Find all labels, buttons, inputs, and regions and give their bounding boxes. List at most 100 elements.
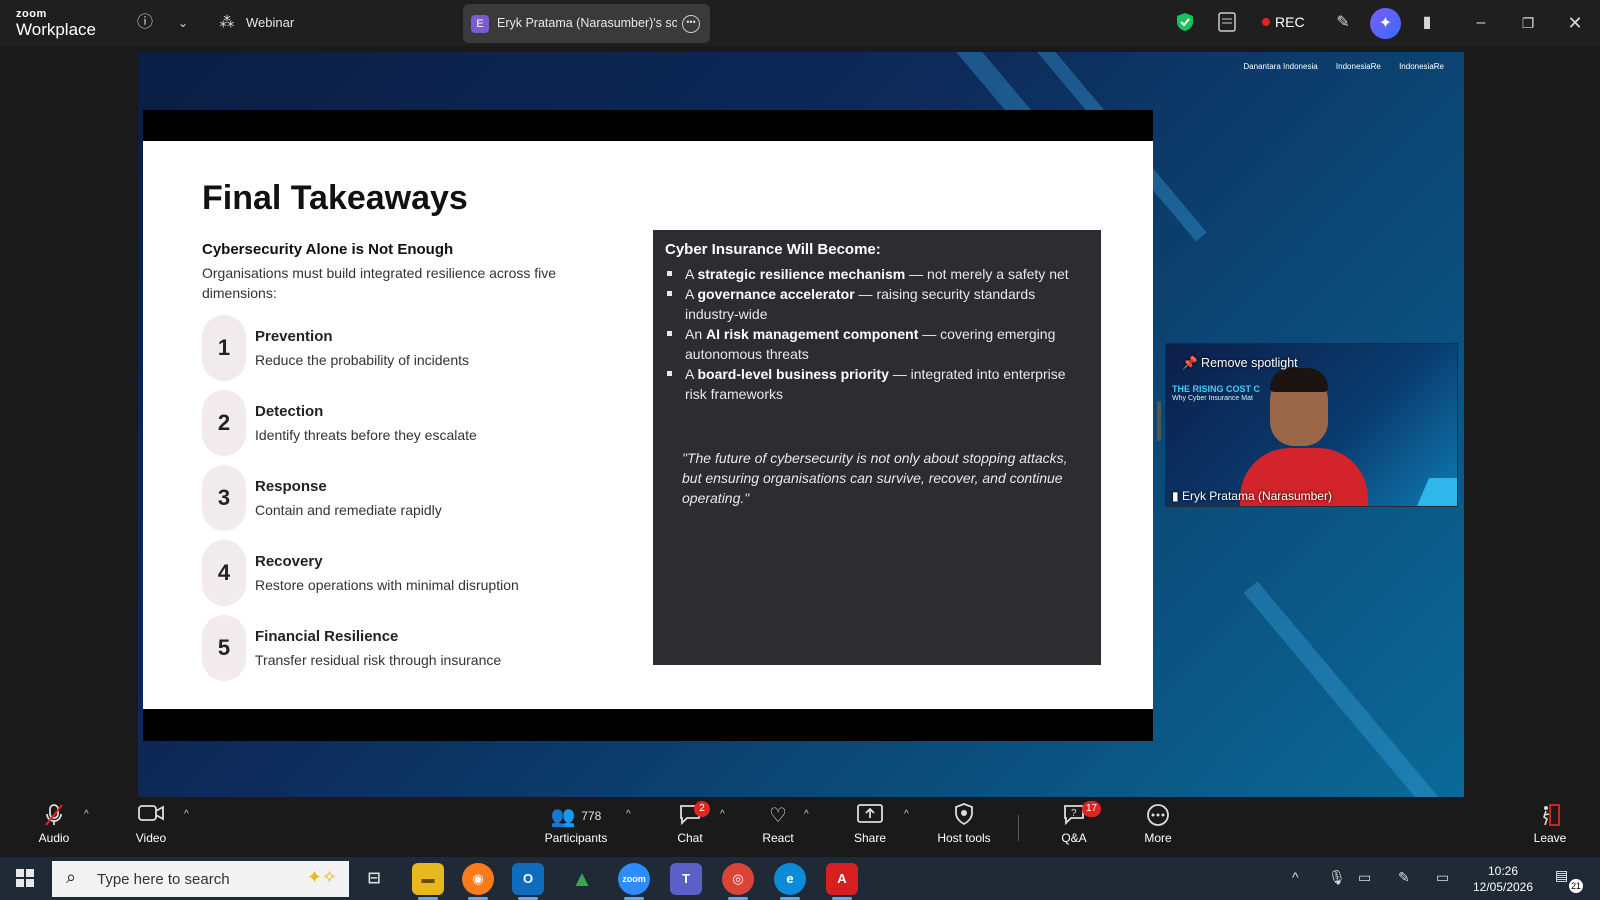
captions-icon[interactable]: [1216, 12, 1238, 34]
rec-label: REC: [1275, 14, 1305, 30]
participants-caret-icon[interactable]: ^: [626, 809, 631, 820]
bullet-pre: An: [685, 326, 707, 342]
ai-companion-icon[interactable]: ✦: [1370, 8, 1401, 39]
step-number: 2: [202, 390, 246, 456]
participants-button[interactable]: 👥 778 Participants: [536, 803, 616, 853]
share-caret-icon[interactable]: ^: [904, 809, 909, 820]
decor-stripe: [1243, 581, 1451, 797]
outlook-icon[interactable]: O: [512, 863, 544, 900]
share-tab-label: Eryk Pratama (Narasumber)'s scre: [497, 16, 677, 30]
microphone-tray-icon[interactable]: 🎙: [1328, 869, 1346, 886]
audio-button[interactable]: Audio: [32, 803, 76, 853]
bullet-item: A governance accelerator — raising secur…: [665, 284, 1085, 324]
system-clock[interactable]: 10:26 12/05/2026: [1468, 863, 1538, 895]
chevron-down-icon[interactable]: ⌄: [172, 12, 194, 34]
sharer-avatar: E: [471, 15, 489, 33]
google-drive-icon[interactable]: ▲: [566, 863, 598, 895]
bullet-pre: A: [685, 286, 698, 302]
meeting-type-label: Webinar: [246, 15, 295, 30]
video-options-caret-icon[interactable]: ^: [184, 809, 189, 820]
step-prevention: 1 Prevention Reduce the probability of i…: [202, 315, 602, 381]
participants-count: 778: [581, 809, 602, 823]
recording-indicator[interactable]: REC: [1262, 14, 1305, 30]
step-number: 3: [202, 465, 246, 531]
chat-caret-icon[interactable]: ^: [720, 809, 725, 820]
remove-spotlight-button[interactable]: 📌 Remove spotlight: [1182, 356, 1298, 371]
windows-start-icon[interactable]: [16, 869, 34, 887]
search-icon: ⌕: [66, 867, 77, 887]
restore-window-icon[interactable]: ❐: [1517, 12, 1539, 34]
video-bg-accent: [1417, 478, 1457, 506]
leave-door-icon: [1530, 803, 1570, 829]
cyber-insurance-box: Cyber Insurance Will Become: A strategic…: [653, 230, 1101, 665]
step-title: Prevention: [255, 328, 333, 345]
file-explorer-icon[interactable]: ▬: [412, 863, 444, 900]
notification-center-icon[interactable]: ▤ 21: [1555, 867, 1583, 893]
video-bg-subtitle: Why Cyber Insurance Mat: [1172, 395, 1253, 402]
video-button[interactable]: Video: [128, 803, 174, 853]
taskbar-search-box[interactable]: ⌕ Type here to search ✦✧: [52, 861, 349, 897]
step-desc: Identify threats before they escalate: [255, 427, 477, 443]
sponsor-logos: Danantara Indonesia IndonesiaRe Indonesi…: [1227, 62, 1444, 71]
speaker-name-label: ▮ Eryk Pratama (Narasumber): [1172, 489, 1332, 503]
bullet-bold: strategic resilience mechanism: [697, 266, 906, 282]
more-options-icon[interactable]: •••: [682, 15, 700, 33]
more-label: More: [1144, 831, 1172, 845]
participants-icon: 👥: [550, 806, 576, 828]
edge-icon[interactable]: e: [774, 863, 806, 900]
qa-button[interactable]: ? 17 Q&A: [1052, 801, 1102, 853]
speaker-video-tile[interactable]: THE RISING COST C Why Cyber Insurance Ma…: [1165, 343, 1458, 507]
network-tray-icon[interactable]: ▭: [1358, 869, 1371, 886]
apps-icon[interactable]: ▮: [1416, 12, 1438, 34]
panel-resize-handle[interactable]: [1157, 401, 1161, 441]
step-number: 4: [202, 540, 246, 606]
host-tools-button[interactable]: Host tools: [932, 803, 996, 853]
qa-unread-badge: 17: [1082, 801, 1102, 817]
speaker-name: Eryk Pratama (Narasumber): [1181, 489, 1332, 503]
react-label: React: [762, 831, 794, 845]
react-caret-icon[interactable]: ^: [804, 809, 809, 820]
chrome-icon[interactable]: ◎: [722, 863, 754, 900]
logo-danantara: Danantara Indonesia: [1243, 62, 1318, 71]
share-screen-icon: [846, 803, 894, 829]
slide-title: Final Takeaways: [202, 179, 468, 217]
meeting-stage: Danantara Indonesia IndonesiaRe Indonesi…: [0, 46, 1600, 797]
annotate-pen-icon[interactable]: ✎: [1332, 12, 1354, 34]
display-tray-icon[interactable]: ▭: [1436, 869, 1449, 886]
clock-date: 12/05/2026: [1472, 880, 1534, 894]
slide-subtitle: Cybersecurity Alone is Not Enough: [202, 241, 454, 258]
video-bg-title: THE RISING COST C: [1172, 384, 1261, 394]
minimize-icon[interactable]: –: [1470, 12, 1492, 34]
screen-share-tab[interactable]: E Eryk Pratama (Narasumber)'s scre •••: [463, 4, 710, 43]
step-desc: Reduce the probability of incidents: [255, 352, 470, 368]
step-number: 5: [202, 615, 246, 681]
heart-icon: ♡: [769, 805, 787, 827]
pen-tray-icon[interactable]: ✎: [1398, 869, 1410, 886]
tray-expand-icon[interactable]: ^: [1292, 869, 1299, 885]
zoom-app-icon[interactable]: zoom: [618, 863, 650, 900]
acrobat-icon[interactable]: A: [826, 863, 858, 900]
share-button[interactable]: Share: [846, 803, 894, 853]
bullet-item: An AI risk management component — coveri…: [665, 324, 1085, 364]
info-icon[interactable]: ⓘ: [134, 12, 156, 34]
audio-label: Audio: [38, 831, 70, 845]
close-icon[interactable]: ✕: [1564, 12, 1586, 34]
chat-button[interactable]: 2 Chat: [668, 801, 712, 853]
clock-time: 10:26: [1487, 864, 1519, 878]
search-placeholder: Type here to search: [97, 871, 230, 888]
bullet-item: A strategic resilience mechanism — not m…: [665, 264, 1085, 284]
task-view-icon[interactable]: ⊟: [358, 863, 390, 895]
firefox-icon[interactable]: ◉: [462, 863, 494, 900]
more-button[interactable]: More: [1136, 803, 1180, 853]
react-button[interactable]: ♡ React: [756, 803, 800, 853]
closing-quote: "The future of cybersecurity is not only…: [682, 450, 1068, 506]
leave-button[interactable]: Leave: [1530, 803, 1570, 853]
teams-icon[interactable]: T: [670, 863, 702, 895]
qa-label: Q&A: [1061, 831, 1087, 845]
slide-letterbox-bottom: [143, 709, 1153, 741]
webinar-icon: ⁂: [219, 14, 235, 31]
audio-options-caret-icon[interactable]: ^: [84, 809, 89, 820]
video-label: Video: [135, 831, 167, 845]
share-label: Share: [853, 831, 887, 845]
shield-icon[interactable]: [1174, 12, 1196, 34]
